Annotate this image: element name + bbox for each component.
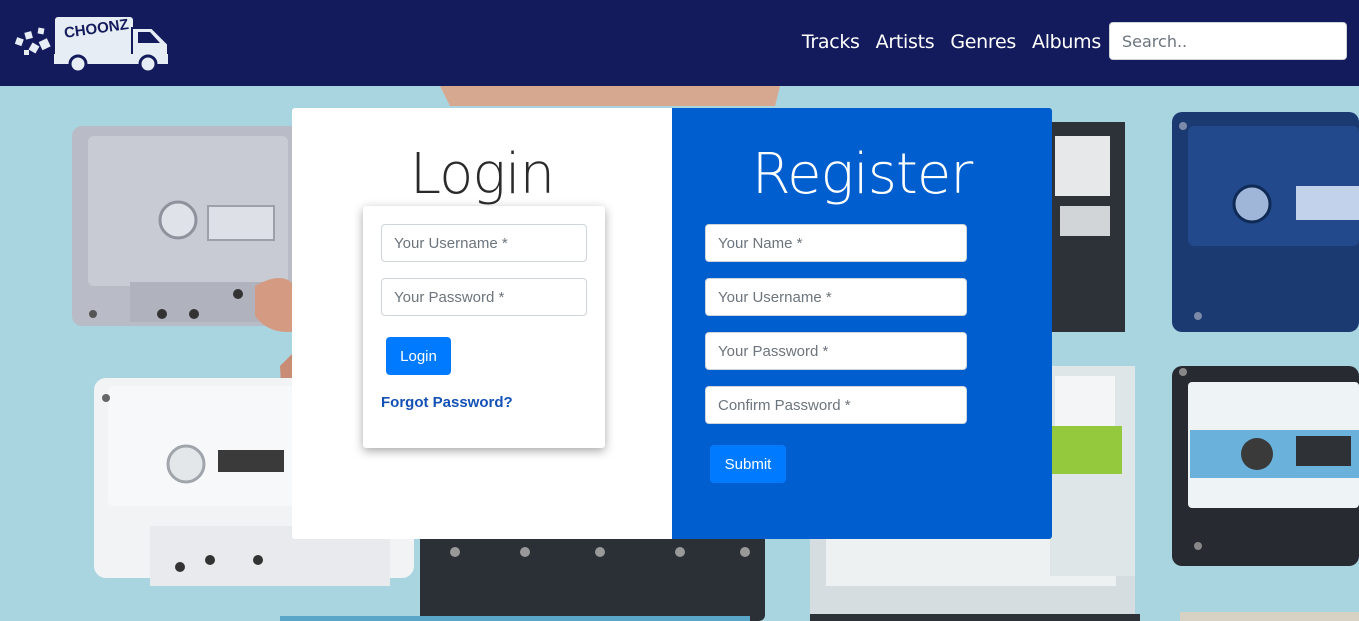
register-confirm-password-input[interactable] — [705, 386, 967, 424]
login-form-card: Login Forgot Password? — [363, 206, 605, 448]
register-name-input[interactable] — [705, 224, 967, 262]
nav-link-albums[interactable]: Albums — [1032, 31, 1101, 53]
nav-link-genres[interactable]: Genres — [950, 31, 1016, 53]
register-panel: Register Submit — [672, 108, 1052, 539]
nav-link-artists[interactable]: Artists — [876, 31, 935, 53]
nav-link-tracks[interactable]: Tracks — [802, 31, 860, 53]
search-input[interactable] — [1109, 22, 1347, 60]
login-button[interactable]: Login — [386, 337, 451, 375]
login-panel: Login Login Forgot Password? — [292, 108, 672, 539]
login-password-input[interactable] — [381, 278, 587, 316]
register-password-input[interactable] — [705, 332, 967, 370]
register-title: Register — [751, 142, 974, 207]
navbar: CHOONZ Tracks Artists Genres Albums — [0, 0, 1359, 86]
register-submit-button[interactable]: Submit — [710, 445, 786, 483]
login-username-input[interactable] — [381, 224, 587, 262]
choonz-logo[interactable]: CHOONZ — [12, 10, 174, 76]
nav-links: Tracks Artists Genres Albums — [802, 31, 1101, 53]
forgot-password-link[interactable]: Forgot Password? — [381, 394, 513, 411]
register-username-input[interactable] — [705, 278, 967, 316]
login-title: Login — [409, 142, 555, 207]
